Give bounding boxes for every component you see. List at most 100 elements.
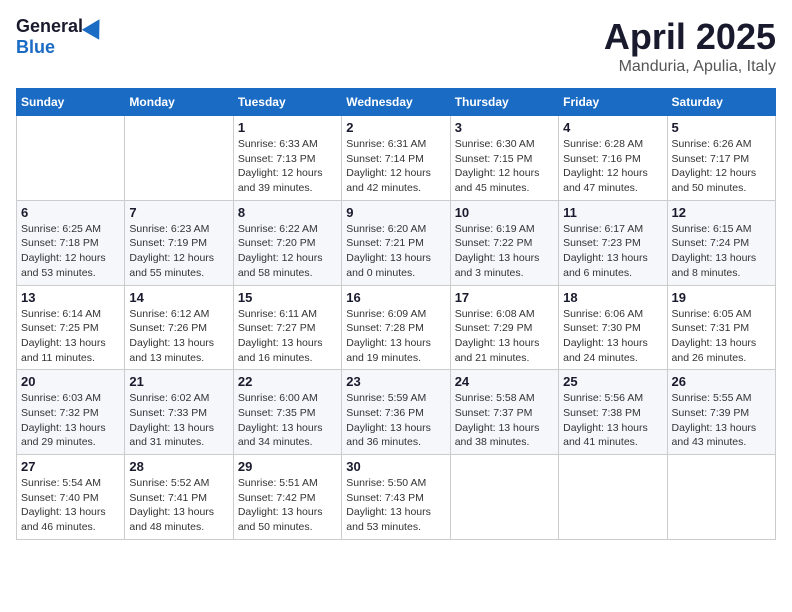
calendar-cell: 24Sunrise: 5:58 AM Sunset: 7:37 PM Dayli…	[450, 370, 558, 455]
day-number: 10	[455, 205, 554, 220]
day-number: 26	[672, 374, 771, 389]
calendar-header-row: SundayMondayTuesdayWednesdayThursdayFrid…	[17, 89, 776, 116]
calendar-cell: 29 Sunrise: 5:51 AM Sunset: 7:42 PM Dayli…	[233, 455, 341, 540]
day-info: Sunrise: 6:23 AM Sunset: 7:19 PM Dayligh…	[129, 222, 228, 281]
calendar-cell: 12 Sunrise: 6:15 AM Sunset: 7:24 PM Dayli…	[667, 200, 775, 285]
day-number: 7	[129, 205, 228, 220]
calendar-cell: 17 Sunrise: 6:08 AM Sunset: 7:29 PM Dayli…	[450, 285, 558, 370]
day-number: 23	[346, 374, 445, 389]
day-info: Sunrise: 6:05 AM Sunset: 7:31 PM Dayligh…	[672, 307, 771, 366]
day-number: 6	[21, 205, 120, 220]
calendar-cell: 4 Sunrise: 6:28 AM Sunset: 7:16 PM Daylig…	[559, 116, 667, 201]
day-info: Sunrise: 6:28 AM Sunset: 7:16 PM Dayligh…	[563, 137, 662, 196]
day-info: Sunrise: 6:15 AM Sunset: 7:24 PM Dayligh…	[672, 222, 771, 281]
calendar-cell: 3 Sunrise: 6:30 AM Sunset: 7:15 PM Daylig…	[450, 116, 558, 201]
day-info: Sunrise: 6:02 AM Sunset: 7:33 PM Dayligh…	[129, 391, 228, 450]
calendar-week-row: 1 Sunrise: 6:33 AM Sunset: 7:13 PM Daylig…	[17, 116, 776, 201]
day-number: 24	[455, 374, 554, 389]
day-info: Sunrise: 6:25 AM Sunset: 7:18 PM Dayligh…	[21, 222, 120, 281]
calendar-cell: 1 Sunrise: 6:33 AM Sunset: 7:13 PM Daylig…	[233, 116, 341, 201]
day-of-week-header: Wednesday	[342, 89, 450, 116]
day-of-week-header: Sunday	[17, 89, 125, 116]
location-title: Manduria, Apulia, Italy	[604, 58, 776, 76]
calendar-week-row: 6 Sunrise: 6:25 AM Sunset: 7:18 PM Daylig…	[17, 200, 776, 285]
day-info: Sunrise: 6:20 AM Sunset: 7:21 PM Dayligh…	[346, 222, 445, 281]
calendar-cell: 7 Sunrise: 6:23 AM Sunset: 7:19 PM Daylig…	[125, 200, 233, 285]
day-of-week-header: Monday	[125, 89, 233, 116]
calendar-cell	[125, 116, 233, 201]
day-info: Sunrise: 6:11 AM Sunset: 7:27 PM Dayligh…	[238, 307, 337, 366]
day-number: 19	[672, 290, 771, 305]
day-info: Sunrise: 6:33 AM Sunset: 7:13 PM Dayligh…	[238, 137, 337, 196]
day-info: Sunrise: 6:06 AM Sunset: 7:30 PM Dayligh…	[563, 307, 662, 366]
day-info: Sunrise: 5:54 AM Sunset: 7:40 PM Dayligh…	[21, 476, 120, 535]
day-info: Sunrise: 5:59 AM Sunset: 7:36 PM Dayligh…	[346, 391, 445, 450]
calendar-cell: 5 Sunrise: 6:26 AM Sunset: 7:17 PM Daylig…	[667, 116, 775, 201]
day-info: Sunrise: 6:09 AM Sunset: 7:28 PM Dayligh…	[346, 307, 445, 366]
calendar-cell: 10Sunrise: 6:19 AM Sunset: 7:22 PM Dayli…	[450, 200, 558, 285]
day-number: 2	[346, 120, 445, 135]
calendar-body: 1 Sunrise: 6:33 AM Sunset: 7:13 PM Daylig…	[17, 116, 776, 540]
calendar-week-row: 27 Sunrise: 5:54 AM Sunset: 7:40 PM Dayli…	[17, 455, 776, 540]
day-of-week-header: Tuesday	[233, 89, 341, 116]
calendar-cell: 19 Sunrise: 6:05 AM Sunset: 7:31 PM Dayli…	[667, 285, 775, 370]
calendar-cell: 6 Sunrise: 6:25 AM Sunset: 7:18 PM Daylig…	[17, 200, 125, 285]
calendar-cell	[450, 455, 558, 540]
calendar-cell: 21 Sunrise: 6:02 AM Sunset: 7:33 PM Dayli…	[125, 370, 233, 455]
day-info: Sunrise: 6:12 AM Sunset: 7:26 PM Dayligh…	[129, 307, 228, 366]
day-number: 1	[238, 120, 337, 135]
calendar-cell: 9 Sunrise: 6:20 AM Sunset: 7:21 PM Daylig…	[342, 200, 450, 285]
day-info: Sunrise: 6:31 AM Sunset: 7:14 PM Dayligh…	[346, 137, 445, 196]
calendar-cell: 14 Sunrise: 6:12 AM Sunset: 7:26 PM Dayli…	[125, 285, 233, 370]
logo-blue-text: Blue	[16, 37, 55, 58]
title-block: April 2025 Manduria, Apulia, Italy	[604, 16, 776, 76]
day-number: 25	[563, 374, 662, 389]
day-number: 4	[563, 120, 662, 135]
page-header: General Blue April 2025 Manduria, Apulia…	[16, 16, 776, 76]
calendar-cell: 18 Sunrise: 6:06 AM Sunset: 7:30 PM Dayli…	[559, 285, 667, 370]
day-number: 28	[129, 459, 228, 474]
day-number: 15	[238, 290, 337, 305]
calendar-cell	[559, 455, 667, 540]
calendar-cell: 27 Sunrise: 5:54 AM Sunset: 7:40 PM Dayli…	[17, 455, 125, 540]
day-number: 8	[238, 205, 337, 220]
day-number: 18	[563, 290, 662, 305]
day-number: 12	[672, 205, 771, 220]
day-info: Sunrise: 5:55 AM Sunset: 7:39 PM Dayligh…	[672, 391, 771, 450]
day-number: 16	[346, 290, 445, 305]
calendar-cell	[667, 455, 775, 540]
logo-arrow-icon	[82, 14, 108, 40]
day-info: Sunrise: 5:56 AM Sunset: 7:38 PM Dayligh…	[563, 391, 662, 450]
day-number: 21	[129, 374, 228, 389]
calendar-cell: 22Sunrise: 6:00 AM Sunset: 7:35 PM Dayli…	[233, 370, 341, 455]
day-number: 29	[238, 459, 337, 474]
calendar-cell: 15 Sunrise: 6:11 AM Sunset: 7:27 PM Dayli…	[233, 285, 341, 370]
calendar-week-row: 13 Sunrise: 6:14 AM Sunset: 7:25 PM Dayli…	[17, 285, 776, 370]
day-number: 27	[21, 459, 120, 474]
day-number: 9	[346, 205, 445, 220]
day-number: 3	[455, 120, 554, 135]
day-info: Sunrise: 6:30 AM Sunset: 7:15 PM Dayligh…	[455, 137, 554, 196]
day-number: 22	[238, 374, 337, 389]
day-info: Sunrise: 5:50 AM Sunset: 7:43 PM Dayligh…	[346, 476, 445, 535]
day-info: Sunrise: 6:17 AM Sunset: 7:23 PM Dayligh…	[563, 222, 662, 281]
calendar-cell: 8Sunrise: 6:22 AM Sunset: 7:20 PM Daylig…	[233, 200, 341, 285]
day-of-week-header: Saturday	[667, 89, 775, 116]
day-number: 5	[672, 120, 771, 135]
day-of-week-header: Thursday	[450, 89, 558, 116]
day-number: 17	[455, 290, 554, 305]
month-title: April 2025	[604, 16, 776, 58]
day-info: Sunrise: 5:51 AM Sunset: 7:42 PM Dayligh…	[238, 476, 337, 535]
calendar-cell: 23 Sunrise: 5:59 AM Sunset: 7:36 PM Dayli…	[342, 370, 450, 455]
calendar-cell: 2 Sunrise: 6:31 AM Sunset: 7:14 PM Daylig…	[342, 116, 450, 201]
day-info: Sunrise: 6:08 AM Sunset: 7:29 PM Dayligh…	[455, 307, 554, 366]
logo: General Blue	[16, 16, 105, 58]
day-number: 13	[21, 290, 120, 305]
day-info: Sunrise: 6:26 AM Sunset: 7:17 PM Dayligh…	[672, 137, 771, 196]
calendar-cell: 16 Sunrise: 6:09 AM Sunset: 7:28 PM Dayli…	[342, 285, 450, 370]
calendar-cell: 26 Sunrise: 5:55 AM Sunset: 7:39 PM Dayli…	[667, 370, 775, 455]
day-info: Sunrise: 6:14 AM Sunset: 7:25 PM Dayligh…	[21, 307, 120, 366]
calendar-cell: 13 Sunrise: 6:14 AM Sunset: 7:25 PM Dayli…	[17, 285, 125, 370]
day-number: 14	[129, 290, 228, 305]
calendar-cell: 11Sunrise: 6:17 AM Sunset: 7:23 PM Dayli…	[559, 200, 667, 285]
